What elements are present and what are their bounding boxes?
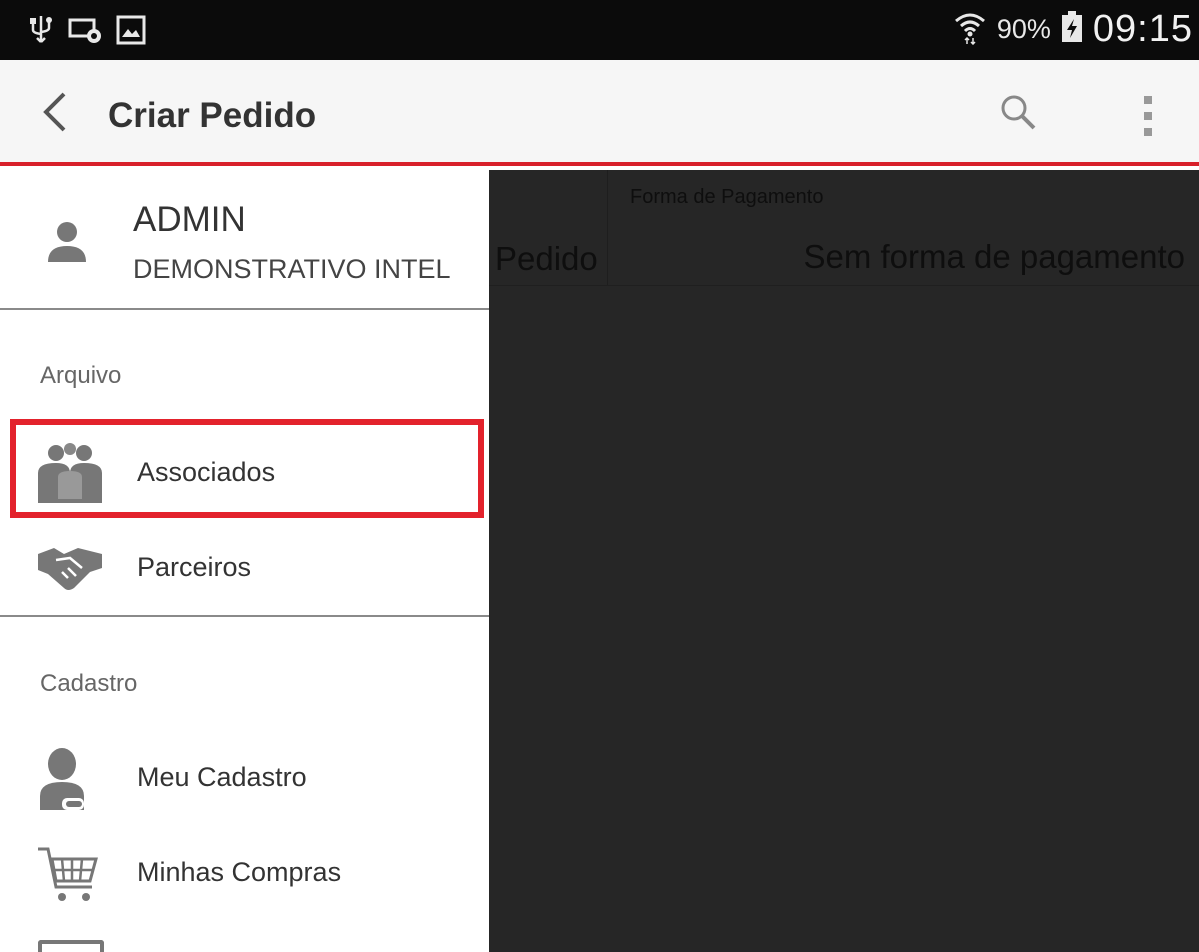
user-header[interactable]: ADMIN DEMONSTRATIVO INTEL [0,170,489,310]
handshake-icon [34,538,106,598]
partial-next-icon [38,940,104,952]
nav-item-label: Parceiros [137,552,252,582]
section-divider [0,615,489,617]
search-icon [998,95,1042,140]
highlight-box [10,419,484,518]
user-name: ADMIN [133,200,246,239]
user-profile-icon [34,748,106,810]
row-divider [489,285,1199,286]
notification-icons [28,14,146,51]
system-icons: 90% 09:15 [953,8,1193,51]
nav-item-label: Minhas Compras [137,857,342,887]
payment-method-caption: Forma de Pagamento [630,186,824,208]
back-arrow-icon [40,90,70,139]
nav-item-parceiros[interactable]: Parceiros [0,520,489,612]
column-divider [607,170,608,285]
cast-icon [68,16,102,49]
action-bar: Criar Pedido [0,60,1199,166]
battery-charging-icon [1061,11,1083,48]
gallery-icon [116,15,146,50]
main-content-scrim[interactable]: Pedido Forma de Pagamento Sem forma de p… [489,170,1199,952]
shopping-cart-icon [34,843,106,903]
battery-percentage: 90% [996,14,1051,44]
wifi-icon [953,9,987,50]
search-button[interactable] [998,92,1042,136]
status-bar: 90% 09:15 [0,0,1199,60]
nav-item-label: Meu Cadastro [137,762,307,792]
user-icon [42,218,92,268]
back-button[interactable] [30,86,80,142]
page-title: Criar Pedido [108,96,317,135]
order-label: Pedido [495,240,598,277]
usb-icon [28,14,54,51]
nav-item-meu-cadastro[interactable]: Meu Cadastro [0,730,489,822]
clock: 09:15 [1092,8,1193,50]
navigation-drawer: ADMIN DEMONSTRATIVO INTEL Arquivo Associ… [0,170,489,952]
overflow-menu-icon[interactable] [1128,88,1168,144]
payment-method-value[interactable]: Sem forma de pagamento [803,238,1185,276]
nav-item-minhas-compras[interactable]: Minhas Compras [0,825,489,917]
section-label-cadastro: Cadastro [40,670,138,697]
section-label-arquivo: Arquivo [40,362,122,389]
user-company: DEMONSTRATIVO INTEL [133,254,451,284]
